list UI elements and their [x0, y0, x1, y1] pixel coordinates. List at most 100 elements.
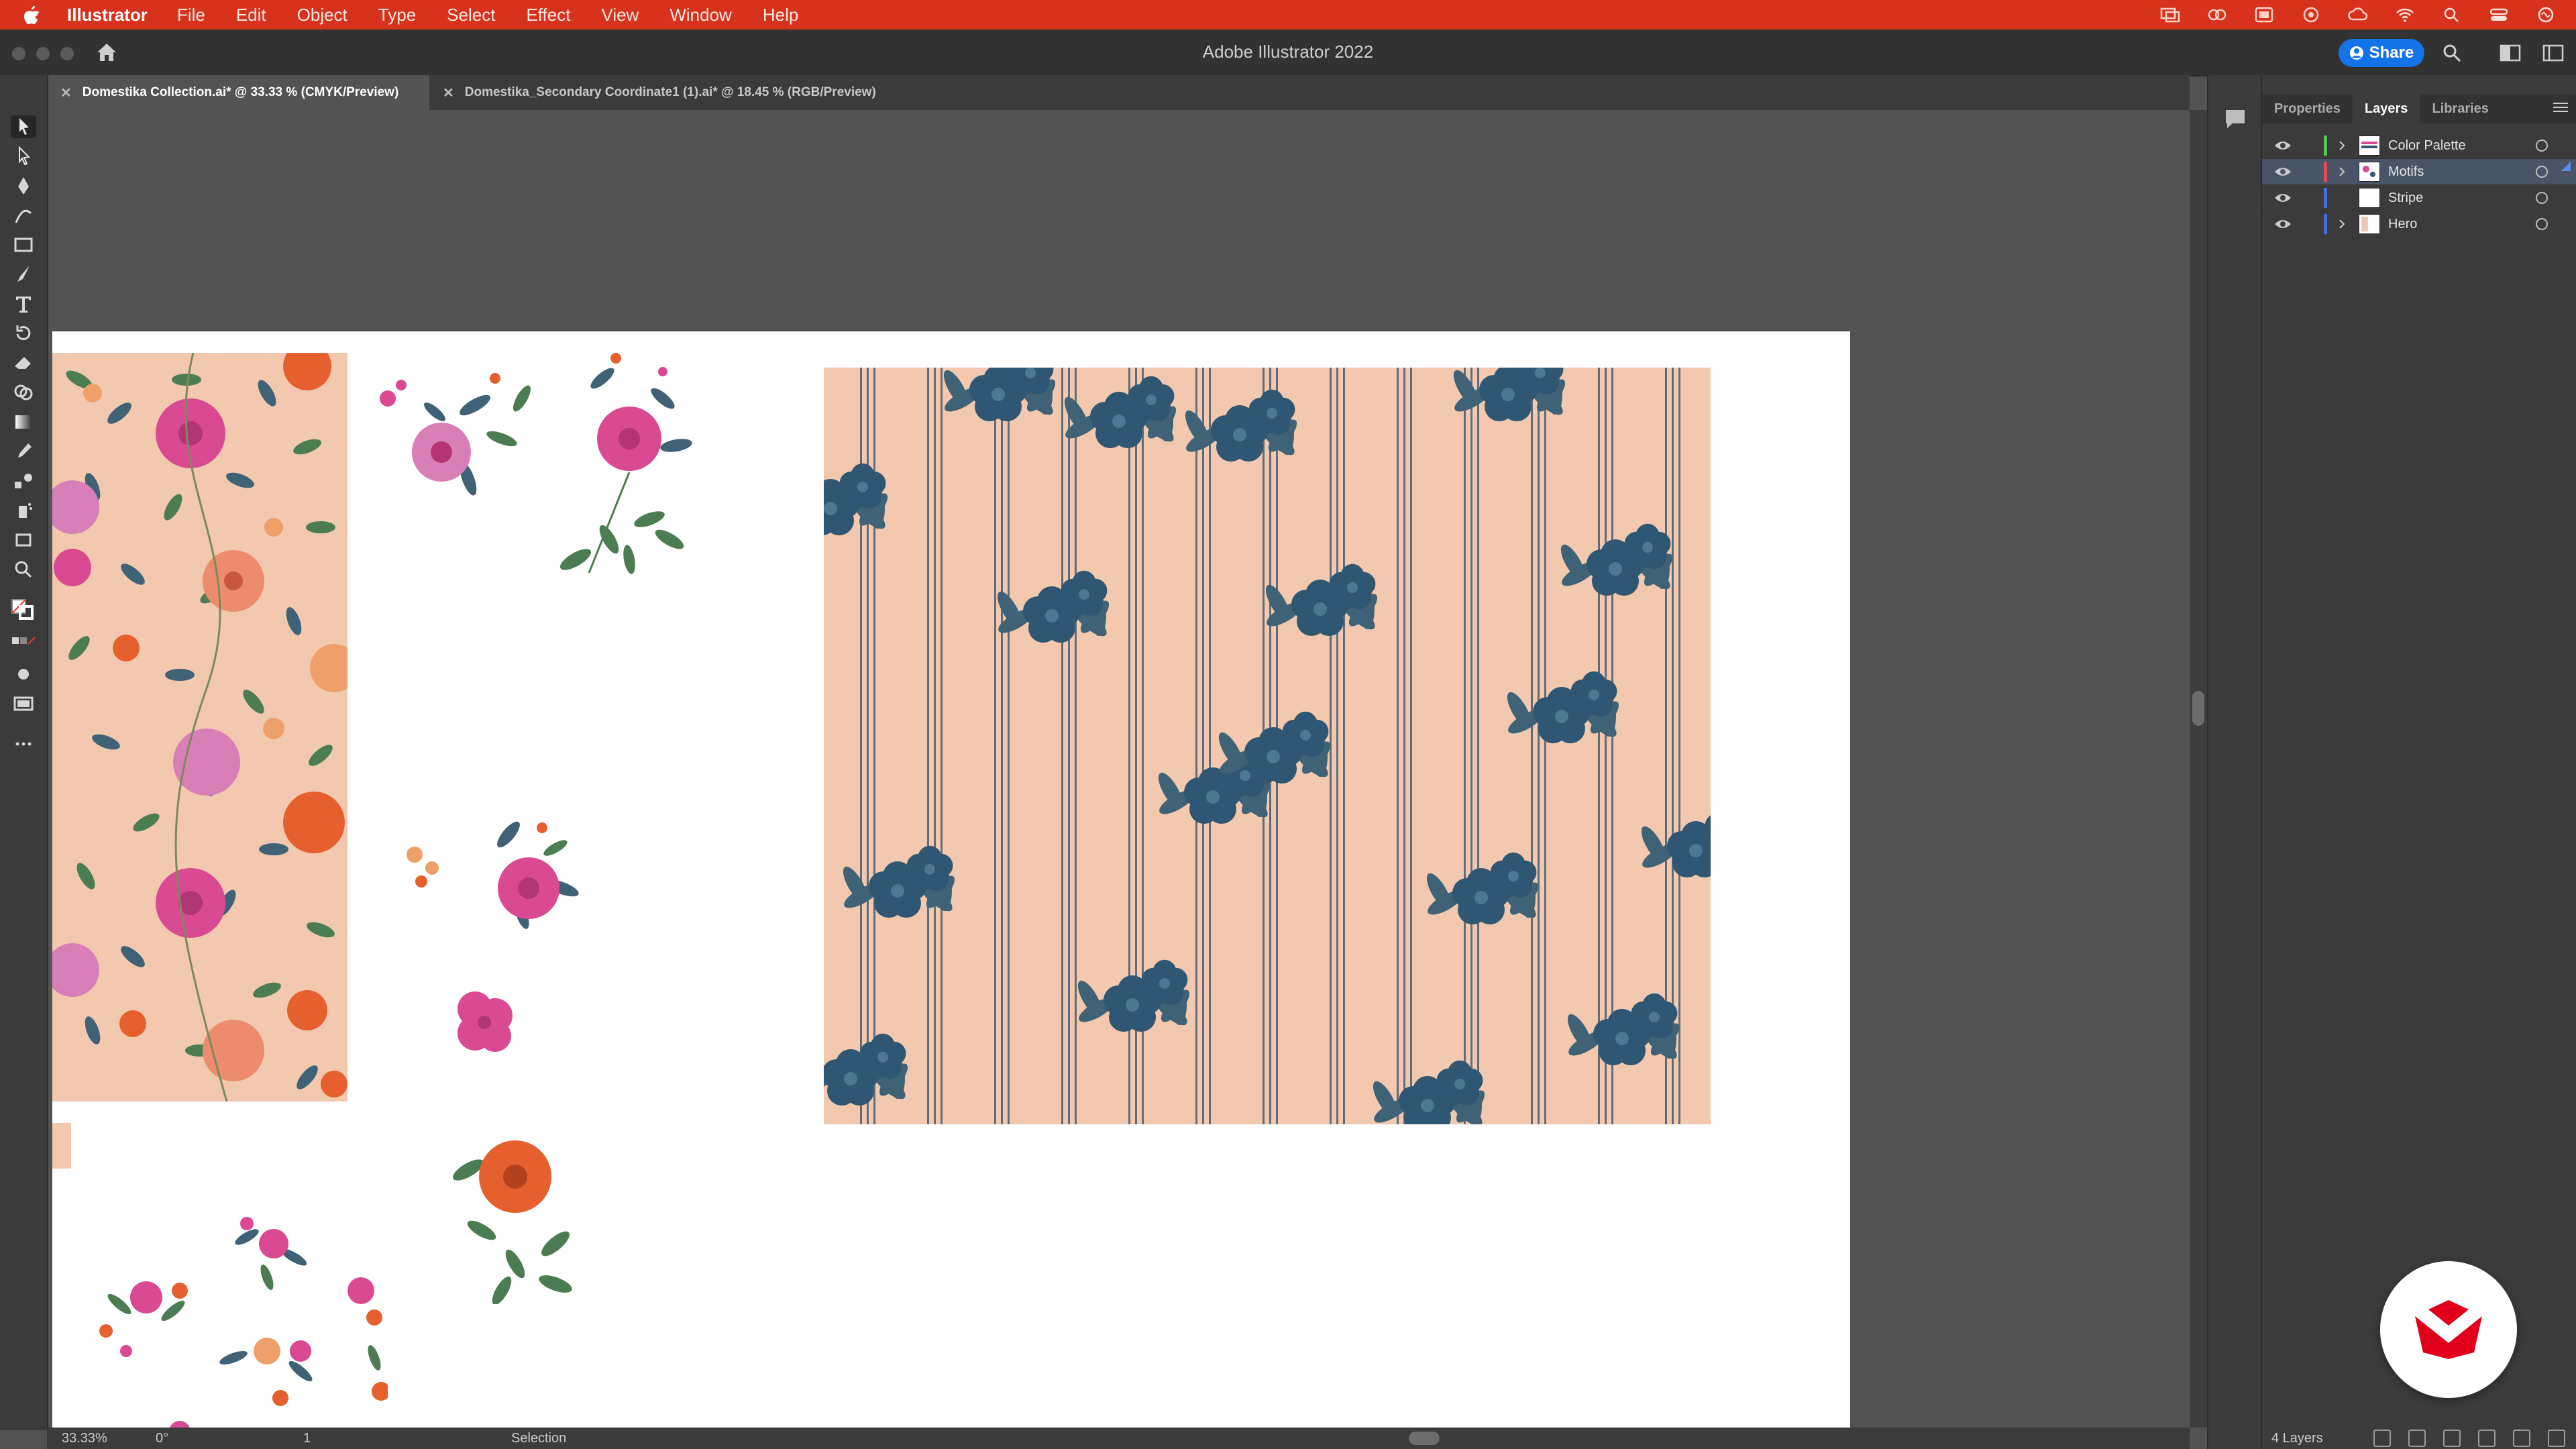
zoom-tool-icon[interactable]: [11, 558, 36, 581]
zoom-level-field[interactable]: 33.33%: [62, 1431, 115, 1446]
visibility-eye-icon[interactable]: [2274, 217, 2292, 231]
target-circle-icon[interactable]: [2536, 166, 2548, 178]
search-help-icon[interactable]: [2442, 43, 2462, 63]
delete-layer-icon[interactable]: [2548, 1430, 2565, 1447]
layer-row-motifs[interactable]: Motifs: [2262, 159, 2576, 185]
tab-libraries[interactable]: Libraries: [2420, 94, 2500, 123]
chevron-right-icon[interactable]: [2337, 217, 2347, 231]
rotation-field[interactable]: 0°: [156, 1431, 236, 1446]
siri-icon[interactable]: [2536, 6, 2556, 23]
fill-stroke-swatch-icon[interactable]: [11, 598, 36, 621]
target-circle-icon[interactable]: [2536, 192, 2548, 204]
export-icon[interactable]: [2373, 1430, 2391, 1447]
target-circle-icon[interactable]: [2536, 218, 2548, 230]
menu-type[interactable]: Type: [378, 5, 416, 25]
layer-name[interactable]: Color Palette: [2388, 138, 2466, 154]
locate-object-icon[interactable]: [2408, 1430, 2426, 1447]
rectangle-tool-icon[interactable]: [11, 233, 36, 256]
direct-selection-tool-icon[interactable]: [11, 145, 36, 168]
workspace-switcher-icon[interactable]: [2500, 44, 2521, 62]
stripe-floral-pattern[interactable]: [824, 368, 1711, 1124]
color-swatch-partial[interactable]: [52, 1123, 71, 1169]
creative-cloud-icon[interactable]: [2207, 6, 2227, 23]
current-tool-label[interactable]: Selection: [511, 1431, 566, 1446]
curvature-tool-icon[interactable]: [11, 204, 36, 227]
blend-tool-icon[interactable]: [11, 470, 36, 492]
pink-bouquet-motif[interactable]: [401, 801, 589, 935]
close-tab-icon[interactable]: ✕: [443, 85, 454, 101]
menu-select[interactable]: Select: [447, 5, 495, 25]
gradient-tool-icon[interactable]: [11, 411, 36, 433]
menu-window[interactable]: Window: [669, 5, 731, 25]
screen-mode-icon[interactable]: [11, 692, 36, 715]
vertical-scroll-thumb[interactable]: [2192, 691, 2204, 726]
layer-row-color-palette[interactable]: Color Palette: [2262, 133, 2576, 159]
new-sublayer-icon[interactable]: [2478, 1430, 2496, 1447]
share-button-label: Share: [2369, 44, 2414, 62]
pink-flower-leaf-motif[interactable]: [549, 338, 703, 580]
layer-thumbnail: [2359, 162, 2380, 182]
control-center-icon[interactable]: [2489, 6, 2509, 23]
apple-icon[interactable]: [23, 5, 40, 25]
menu-effect[interactable]: Effect: [526, 5, 570, 25]
selection-tool-icon[interactable]: [11, 115, 36, 138]
drawing-mode-icon[interactable]: [11, 663, 36, 686]
menu-view[interactable]: View: [601, 5, 639, 25]
vertical-scrollbar[interactable]: [2190, 110, 2207, 1428]
chevron-right-icon[interactable]: [2337, 139, 2347, 152]
orange-flower-motif[interactable]: [448, 1130, 582, 1304]
small-pink-flower-motif[interactable]: [441, 982, 529, 1063]
screen-mirror-icon[interactable]: [2160, 6, 2180, 23]
panel-menu-icon[interactable]: [2553, 101, 2568, 114]
cloud-icon[interactable]: [2348, 6, 2368, 23]
visibility-eye-icon[interactable]: [2274, 165, 2292, 178]
search-icon[interactable]: [2442, 6, 2462, 23]
menu-edit[interactable]: Edit: [236, 5, 266, 25]
layer-row-stripe[interactable]: Stripe: [2262, 185, 2576, 211]
adobe-icon[interactable]: [2301, 6, 2321, 23]
pink-flower-motif[interactable]: [368, 352, 542, 506]
tab-domestika-secondary[interactable]: ✕ Domestika_Secondary Coordinate1 (1).ai…: [429, 75, 979, 110]
layer-row-hero[interactable]: Hero: [2262, 211, 2576, 237]
artboard-tool-icon[interactable]: [11, 529, 36, 551]
artboard[interactable]: [52, 331, 1850, 1428]
layer-name[interactable]: Motifs: [2388, 164, 2424, 180]
panel-layout-icon[interactable]: [2542, 44, 2564, 62]
new-layer-icon[interactable]: [2513, 1430, 2530, 1447]
edit-toolbar-icon[interactable]: [11, 733, 36, 755]
pen-tool-icon[interactable]: [11, 174, 36, 197]
shape-builder-tool-icon[interactable]: [11, 381, 36, 404]
clipping-mask-icon[interactable]: [2443, 1430, 2461, 1447]
symbol-sprayer-tool-icon[interactable]: [11, 499, 36, 522]
paintbrush-tool-icon[interactable]: [11, 263, 36, 286]
app-name[interactable]: Illustrator: [67, 5, 148, 25]
visibility-eye-icon[interactable]: [2274, 139, 2292, 152]
tab-layers[interactable]: Layers: [2352, 94, 2420, 123]
target-circle-icon[interactable]: [2536, 140, 2548, 152]
small-floral-sprigs-motif[interactable]: [79, 1197, 388, 1428]
layer-name[interactable]: Hero: [2388, 217, 2417, 232]
comments-icon[interactable]: [2223, 107, 2247, 130]
canvas[interactable]: [48, 110, 2190, 1428]
color-mode-icon[interactable]: [11, 631, 36, 653]
chevron-right-icon[interactable]: [2337, 165, 2347, 178]
menu-help[interactable]: Help: [763, 5, 798, 25]
eraser-tool-icon[interactable]: [11, 352, 36, 374]
wifi-icon[interactable]: [2395, 6, 2415, 23]
hero-floral-pattern[interactable]: [52, 353, 347, 1102]
visibility-eye-icon[interactable]: [2274, 191, 2292, 205]
tab-domestika-collection[interactable]: ✕ Domestika Collection.ai* @ 33.33 % (CM…: [47, 75, 429, 110]
window-icon[interactable]: [2254, 6, 2274, 23]
eyedropper-tool-icon[interactable]: [11, 440, 36, 463]
window-title: Adobe Illustrator 2022: [1202, 42, 1374, 62]
menu-file[interactable]: File: [177, 5, 205, 25]
type-tool-icon[interactable]: [11, 292, 36, 315]
layer-name[interactable]: Stripe: [2388, 191, 2423, 206]
close-tab-icon[interactable]: ✕: [60, 85, 72, 101]
rotate-tool-icon[interactable]: [11, 322, 36, 345]
artboard-number-field[interactable]: 1: [303, 1431, 364, 1446]
share-button[interactable]: Share: [2339, 39, 2424, 67]
horizontal-scroll-thumb[interactable]: [1409, 1432, 1440, 1445]
tab-properties[interactable]: Properties: [2262, 94, 2353, 123]
menu-object[interactable]: Object: [297, 5, 347, 25]
